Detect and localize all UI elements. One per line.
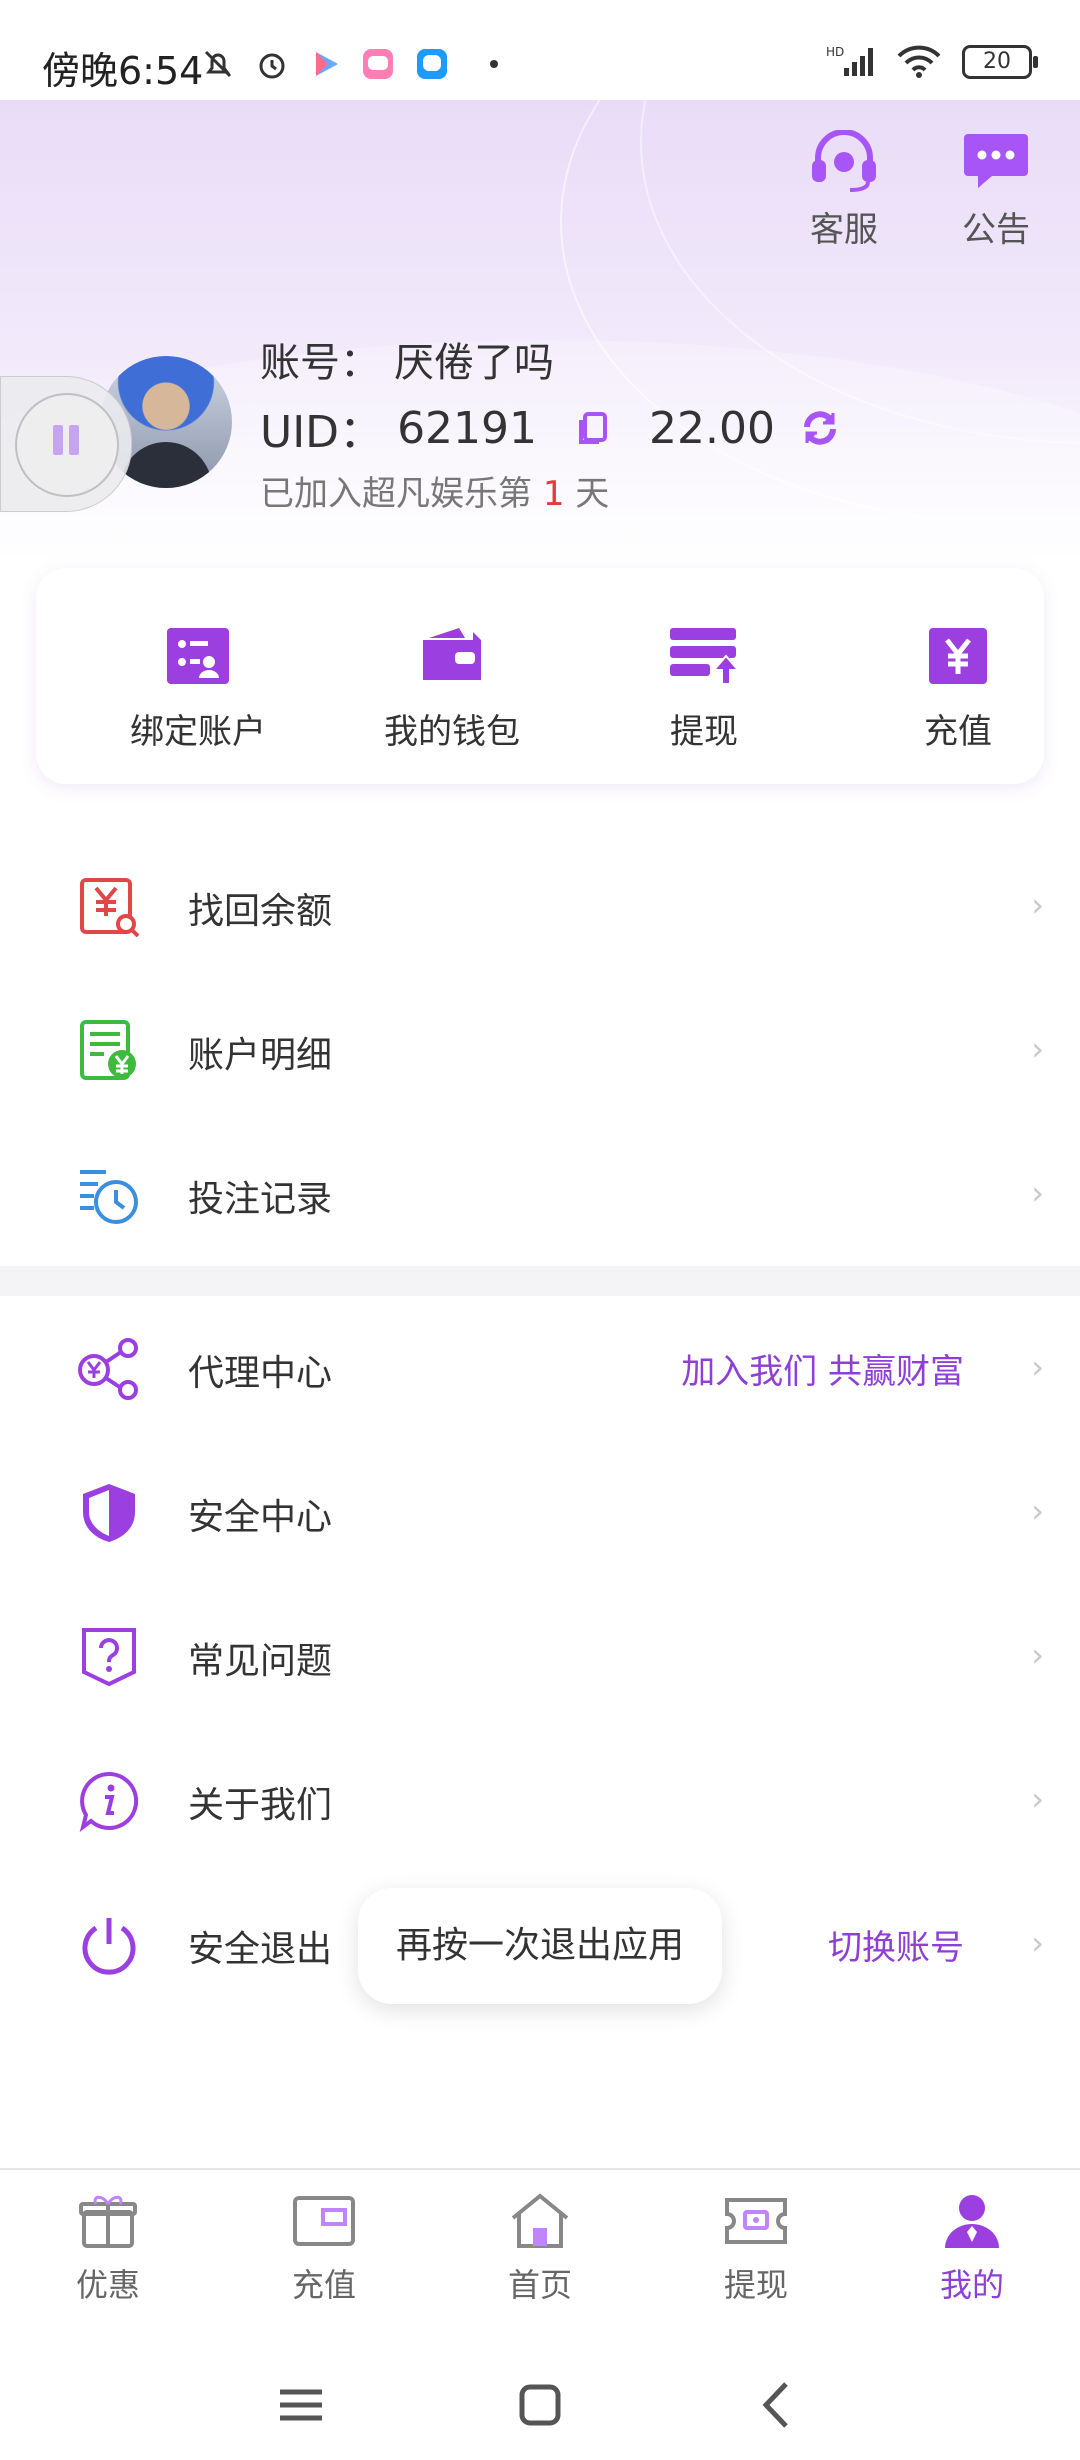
tab-profile[interactable]: 我的 (892, 2192, 1052, 2306)
menu-item-account-details[interactable]: 账户明细 › (0, 980, 1080, 1120)
ticket-icon (725, 2198, 787, 2244)
bet-records-icon (80, 1170, 138, 1224)
chevron-right-icon: › (1031, 1348, 1044, 1386)
bet-records-label: 投注记录 (188, 1179, 333, 1220)
menu-item-bet-records[interactable]: 投注记录 › (0, 1124, 1080, 1264)
account-details-icon (80, 1020, 136, 1080)
wallet-icon (423, 628, 481, 680)
status-notification-icons (200, 46, 498, 82)
section-divider (0, 1266, 1080, 1296)
about-us-label: 关于我们 (188, 1785, 333, 1826)
chevron-right-icon: › (1031, 1030, 1044, 1068)
status-bar: 傍晚6:54 HD 20 (0, 0, 1080, 100)
customer-service-button[interactable]: 客服 (808, 129, 880, 251)
account-name: 厌倦了吗 (394, 340, 554, 386)
question-icon (82, 1628, 136, 1687)
chevron-right-icon: › (1031, 1924, 1044, 1962)
message-bubble-icon (964, 134, 1028, 188)
game-app-icon (363, 49, 393, 79)
status-time: 傍晚6:54 (42, 49, 204, 93)
tab-promotions[interactable]: 优惠 (28, 2192, 188, 2306)
balance-value: 22.00 (649, 402, 776, 454)
wifi-icon (897, 45, 941, 78)
chat-app-icon (417, 49, 447, 79)
back-arrow-icon[interactable] (744, 2370, 814, 2440)
person-icon (945, 2195, 999, 2248)
chevron-right-icon: › (1031, 1492, 1044, 1530)
recover-balance-label: 找回余额 (188, 891, 333, 932)
recharge-quick-button[interactable]: 充值 (858, 626, 1058, 753)
bind-account-icon (167, 628, 229, 684)
announcement-button[interactable]: 公告 (962, 130, 1030, 251)
chevron-right-icon: › (1031, 1636, 1044, 1674)
copy-icon[interactable] (573, 408, 613, 448)
floating-pause-button[interactable] (0, 376, 132, 512)
faq-label: 常见问题 (188, 1641, 333, 1682)
home-square-icon[interactable] (505, 2370, 575, 2440)
menu-item-security-center[interactable]: 安全中心 › (0, 1442, 1080, 1582)
svg-text:HD: HD (826, 45, 844, 59)
account-details-label: 账户明细 (188, 1035, 333, 1076)
uid-line: UID： 62191 22.00 (260, 396, 841, 460)
tab-withdraw[interactable]: 提现 (676, 2192, 836, 2306)
logout-label: 安全退出 (188, 1929, 333, 1970)
info-icon (79, 1771, 139, 1832)
bind-account-button[interactable]: 绑定账户 (98, 626, 298, 753)
account-line: 账号： 厌倦了吗 (260, 330, 554, 388)
agent-center-label: 代理中心 (188, 1353, 333, 1394)
refresh-icon[interactable] (799, 407, 841, 449)
gift-icon (79, 2195, 137, 2248)
more-notifications-dot (490, 60, 498, 68)
uid-value: 62191 (397, 402, 538, 454)
joined-days-line: 已加入超凡娱乐第 1 天 (260, 474, 610, 514)
security-center-label: 安全中心 (188, 1497, 333, 1538)
alarm-icon (259, 53, 285, 79)
chevron-right-icon: › (1031, 886, 1044, 924)
recover-balance-icon (80, 878, 140, 938)
account-label: 账号： (260, 340, 380, 386)
joined-days-count: 1 (542, 474, 565, 514)
status-system-icons: HD 20 (826, 44, 1038, 80)
chevron-right-icon: › (1031, 1174, 1044, 1212)
menu-item-recover-balance[interactable]: 找回余额 › (0, 836, 1080, 976)
wallet-card-icon (293, 2196, 355, 2246)
signal-icon: HD (826, 45, 873, 76)
shield-icon (83, 1484, 135, 1542)
menu-item-agent-center[interactable]: 代理中心 加入我们 共赢财富 › (0, 1298, 1080, 1438)
announcement-label: 公告 (962, 210, 1030, 250)
play-app-icon (316, 52, 338, 76)
agent-promo-text: 加入我们 共赢财富 (681, 1352, 964, 1392)
tab-recharge[interactable]: 充值 (244, 2192, 404, 2306)
withdraw-quick-button[interactable]: 提现 (604, 626, 804, 753)
recharge-icon (929, 628, 987, 684)
battery-indicator: 20 (962, 45, 1038, 79)
withdraw-icon (670, 628, 741, 685)
my-wallet-button[interactable]: 我的钱包 (352, 626, 552, 753)
system-navigation-bar (0, 2338, 1080, 2460)
chevron-right-icon: › (1031, 1780, 1044, 1818)
power-icon (82, 1918, 136, 1975)
bottom-tab-bar: 优惠 充值 首页 提现 我的 (0, 2168, 1080, 2340)
menu-hamburger-icon[interactable] (266, 2370, 336, 2440)
headset-icon (812, 129, 876, 192)
menu-item-faq[interactable]: 常见问题 › (0, 1586, 1080, 1726)
mute-bell-icon (204, 50, 232, 78)
home-icon (511, 2193, 569, 2248)
menu-item-about-us[interactable]: 关于我们 › (0, 1730, 1080, 1870)
agent-share-icon (78, 1338, 138, 1400)
customer-service-label: 客服 (810, 210, 878, 250)
tab-home[interactable]: 首页 (460, 2192, 620, 2306)
uid-label: UID： (260, 407, 384, 458)
exit-toast: 再按一次退出应用 (358, 1888, 722, 2004)
quick-actions-card: 绑定账户 我的钱包 提现 充值 (36, 568, 1044, 784)
switch-account-link[interactable]: 切换账号 (828, 1920, 964, 1969)
